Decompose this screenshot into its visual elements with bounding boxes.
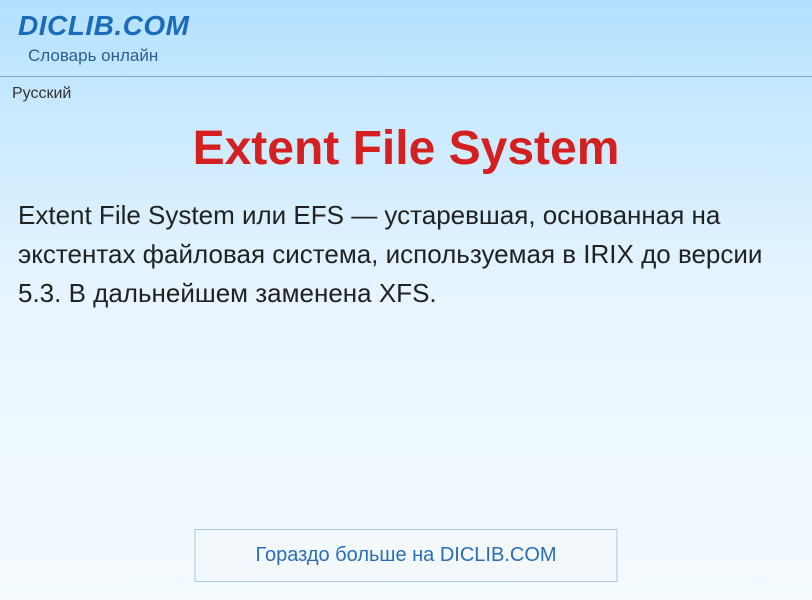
language-label: Русский (0, 77, 812, 103)
more-button[interactable]: Гораздо больше на DICLIB.COM (194, 529, 617, 582)
article-title: Extent File System (0, 121, 812, 176)
tagline: Словарь онлайн (28, 46, 794, 66)
header: DICLIB.COM Словарь онлайн (0, 0, 812, 70)
site-name[interactable]: DICLIB.COM (18, 10, 794, 42)
article-body: Extent File System или EFS — устаревшая,… (0, 196, 812, 313)
